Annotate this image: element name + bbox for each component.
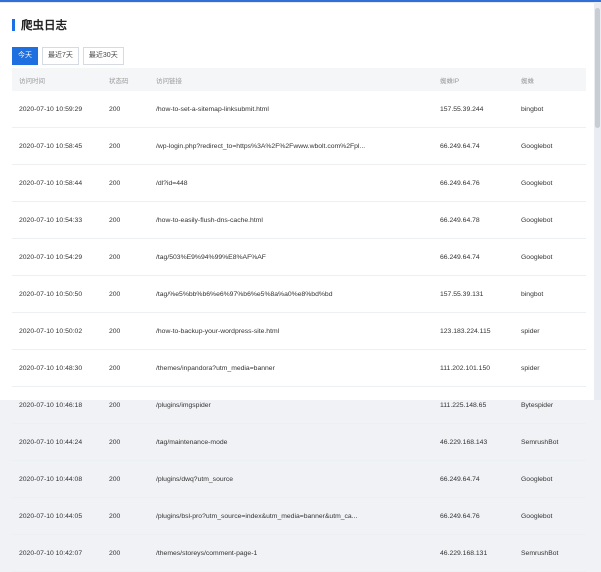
cell-spider: Googlebot	[521, 253, 553, 261]
table-row: 2020-07-10 10:58:45 200/wp-login.php?redi…	[12, 128, 586, 165]
cell-status-code: 200	[109, 290, 121, 298]
cell-visit-url[interactable]: /plugins/dwq?utm_source	[156, 476, 440, 483]
header-spider-ip[interactable]: 蜘蛛IP	[440, 75, 521, 85]
cell-visit-url[interactable]: /themes/storeys/comment-page-1	[156, 550, 440, 557]
cell-visit-time: 2020-07-10 10:50:50	[19, 290, 83, 298]
cell-spider: SemrushBot	[521, 549, 559, 557]
cell-visit-url[interactable]: /tag/maintenance-mode	[156, 439, 440, 446]
cell-status-code: 200	[109, 179, 121, 187]
table-row: 2020-07-10 10:59:29 200/how-to-set-a-site…	[12, 91, 586, 128]
cell-status-code: 200	[109, 253, 121, 261]
table-row: 2020-07-10 10:54:29 200/tag/503%E9%94%99%…	[12, 239, 586, 276]
cell-visit-url[interactable]: /plugins/bsl-pro?utm_source=index&utm_me…	[156, 513, 440, 520]
table-row: 2020-07-10 10:50:50 200/tag/%e5%bb%b6%e6%…	[12, 276, 586, 313]
cell-visit-url[interactable]: /wp-login.php?redirect_to=https%3A%2F%2F…	[156, 143, 440, 150]
cell-status-code: 200	[109, 364, 121, 372]
table-row: 2020-07-10 10:44:24 200/tag/maintenance-m…	[12, 424, 586, 461]
cell-spider-ip: 157.55.39.244	[440, 105, 484, 113]
cell-spider: Bytespider	[521, 401, 554, 409]
cell-spider-ip: 66.249.64.76	[440, 512, 480, 520]
cell-visit-time: 2020-07-10 10:46:18	[19, 401, 83, 409]
cell-spider: Googlebot	[521, 216, 553, 224]
cell-visit-url[interactable]: /themes/inpandora?utm_media=banner	[156, 365, 440, 372]
cell-visit-time: 2020-07-10 10:54:29	[19, 253, 83, 261]
header-visit-time[interactable]: 访问时间	[12, 75, 109, 85]
cell-status-code: 200	[109, 475, 121, 483]
cell-visit-url[interactable]: /how-to-set-a-sitemap-linksubmit.html	[156, 106, 440, 113]
cell-spider-ip: 123.183.224.115	[440, 327, 491, 335]
cell-visit-time: 2020-07-10 10:44:24	[19, 438, 83, 446]
cell-visit-time: 2020-07-10 10:42:07	[19, 549, 83, 557]
cell-status-code: 200	[109, 549, 121, 557]
cell-visit-url[interactable]: /how-to-backup-your-wordpress-site.html	[156, 328, 440, 335]
cell-visit-time: 2020-07-10 10:54:33	[19, 216, 83, 224]
cell-visit-url[interactable]: /plugins/imgspider	[156, 402, 440, 409]
cell-visit-time: 2020-07-10 10:59:29	[19, 105, 83, 113]
cell-visit-time: 2020-07-10 10:48:30	[19, 364, 83, 372]
table-body: 2020-07-10 10:59:29 200/how-to-set-a-site…	[12, 91, 586, 572]
cell-visit-url[interactable]: /how-to-easily-flush-dns-cache.html	[156, 217, 440, 224]
crawler-log-table: 访问时间 状态码 访问链接 蜘蛛IP 蜘蛛 2020-07-10 10:59:2…	[12, 68, 586, 572]
cell-visit-url[interactable]: /tag/503%E9%94%99%E8%AF%AF	[156, 254, 440, 261]
cell-status-code: 200	[109, 438, 121, 446]
cell-spider: spider	[521, 364, 540, 372]
header-visit-url[interactable]: 访问链接	[156, 75, 440, 85]
table-row: 2020-07-10 10:46:18 200/plugins/imgspider…	[12, 387, 586, 424]
tab-last-30-days[interactable]: 最近30天	[82, 47, 124, 65]
header-spider[interactable]: 蜘蛛	[521, 75, 586, 85]
cell-status-code: 200	[109, 216, 121, 224]
cell-spider-ip: 157.55.39.131	[440, 290, 484, 298]
scrollbar-thumb[interactable]	[595, 8, 600, 128]
table-row: 2020-07-10 10:54:33 200/how-to-easily-flu…	[12, 202, 586, 239]
cell-spider: spider	[521, 327, 540, 335]
cell-spider-ip: 66.249.64.76	[440, 179, 480, 187]
cell-spider: bingbot	[521, 290, 544, 298]
cell-visit-url[interactable]: /tag/%e5%bb%b6%e6%97%b6%e5%8a%a0%e8%bd%b…	[156, 291, 440, 298]
page-header: 爬虫日志	[12, 17, 67, 33]
cell-spider-ip: 66.249.64.74	[440, 475, 480, 483]
tab-last-7-days[interactable]: 最近7天	[42, 47, 79, 65]
cell-spider-ip: 66.249.64.74	[440, 253, 480, 261]
title-accent	[12, 19, 15, 31]
vertical-scrollbar[interactable]	[594, 2, 601, 400]
cell-spider: Googlebot	[521, 475, 553, 483]
page-title: 爬虫日志	[21, 20, 67, 32]
cell-spider: Googlebot	[521, 512, 553, 520]
tab-today[interactable]: 今天	[12, 47, 38, 65]
cell-visit-time: 2020-07-10 10:44:08	[19, 475, 83, 483]
cell-spider-ip: 46.229.168.143	[440, 438, 488, 446]
table-row: 2020-07-10 10:44:05 200/plugins/bsl-pro?u…	[12, 498, 586, 535]
date-range-tabs: 今天 最近7天 最近30天	[12, 47, 128, 65]
cell-status-code: 200	[109, 105, 121, 113]
table-row: 2020-07-10 10:42:07 200/themes/storeys/co…	[12, 535, 586, 572]
cell-status-code: 200	[109, 401, 121, 409]
cell-spider-ip: 111.202.101.150	[440, 364, 491, 372]
cell-visit-time: 2020-07-10 10:50:02	[19, 327, 83, 335]
crawler-log-panel: 爬虫日志 今天 最近7天 最近30天 访问时间 状态码 访问链接 蜘蛛IP 蜘蛛…	[0, 2, 594, 572]
cell-visit-time: 2020-07-10 10:44:05	[19, 512, 83, 520]
cell-visit-time: 2020-07-10 10:58:45	[19, 142, 83, 150]
cell-status-code: 200	[109, 142, 121, 150]
table-row: 2020-07-10 10:50:02 200/how-to-backup-you…	[12, 313, 586, 350]
cell-visit-time: 2020-07-10 10:58:44	[19, 179, 83, 187]
cell-spider-ip: 66.249.64.78	[440, 216, 480, 224]
cell-visit-url[interactable]: /dl?id=448	[156, 180, 440, 187]
table-row: 2020-07-10 10:44:08 200/plugins/dwq?utm_s…	[12, 461, 586, 498]
cell-spider-ip: 46.229.168.131	[440, 549, 488, 557]
cell-status-code: 200	[109, 327, 121, 335]
table-row: 2020-07-10 10:58:44 200/dl?id=448 66.249.6…	[12, 165, 586, 202]
cell-spider: Googlebot	[521, 179, 553, 187]
cell-spider: SemrushBot	[521, 438, 559, 446]
cell-spider-ip: 66.249.64.74	[440, 142, 480, 150]
table-row: 2020-07-10 10:48:30 200/themes/inpandora?…	[12, 350, 586, 387]
cell-spider: bingbot	[521, 105, 544, 113]
table-header: 访问时间 状态码 访问链接 蜘蛛IP 蜘蛛	[12, 68, 586, 91]
cell-spider: Googlebot	[521, 142, 553, 150]
cell-status-code: 200	[109, 512, 121, 520]
cell-spider-ip: 111.225.148.65	[440, 401, 487, 409]
header-status-code[interactable]: 状态码	[109, 75, 156, 85]
